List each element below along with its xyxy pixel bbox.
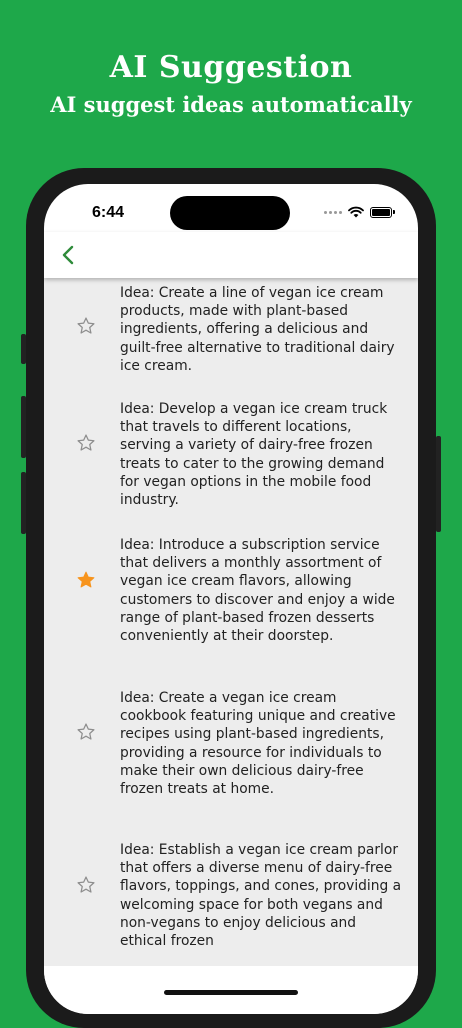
idea-text: Idea: Create a vegan ice cream cookbook … bbox=[120, 690, 396, 798]
bottom-bar bbox=[44, 966, 418, 1014]
phone-volume-down-button bbox=[21, 472, 26, 534]
phone-volume-up-button bbox=[21, 396, 26, 458]
battery-icon bbox=[370, 206, 395, 218]
star-filled-icon[interactable] bbox=[76, 570, 96, 590]
promo-title: AI Suggestion bbox=[109, 50, 353, 85]
wifi-icon bbox=[348, 206, 364, 218]
navigation-bar bbox=[44, 232, 418, 278]
cellular-dots-icon bbox=[324, 210, 342, 214]
status-time: 6:44 bbox=[92, 204, 125, 221]
star-outline-icon[interactable] bbox=[76, 875, 96, 895]
idea-text: Idea: Create a line of vegan ice cream p… bbox=[120, 285, 395, 374]
ideas-list[interactable]: Idea: Create a line of vegan ice cream p… bbox=[44, 278, 418, 966]
back-button[interactable] bbox=[56, 240, 82, 270]
phone-power-button bbox=[436, 436, 441, 532]
phone-mute-button bbox=[21, 334, 26, 364]
idea-text: Idea: Develop a vegan ice cream truck th… bbox=[120, 401, 388, 509]
idea-text: Idea: Establish a vegan ice cream parlor… bbox=[120, 842, 402, 950]
idea-text: Idea: Introduce a subscription service t… bbox=[120, 537, 395, 645]
dynamic-island bbox=[170, 196, 290, 230]
status-icons bbox=[324, 204, 395, 220]
promo-subtitle: AI suggest ideas automatically bbox=[50, 92, 412, 117]
phone-screen: 6:44 Idea: Create a line of vegan ice cr… bbox=[44, 184, 418, 1014]
star-outline-icon[interactable] bbox=[76, 722, 96, 742]
status-bar: 6:44 bbox=[44, 184, 418, 232]
star-outline-icon[interactable] bbox=[76, 433, 96, 453]
star-outline-icon[interactable] bbox=[76, 316, 96, 336]
chevron-left-icon bbox=[62, 245, 74, 265]
home-indicator[interactable] bbox=[164, 990, 298, 995]
